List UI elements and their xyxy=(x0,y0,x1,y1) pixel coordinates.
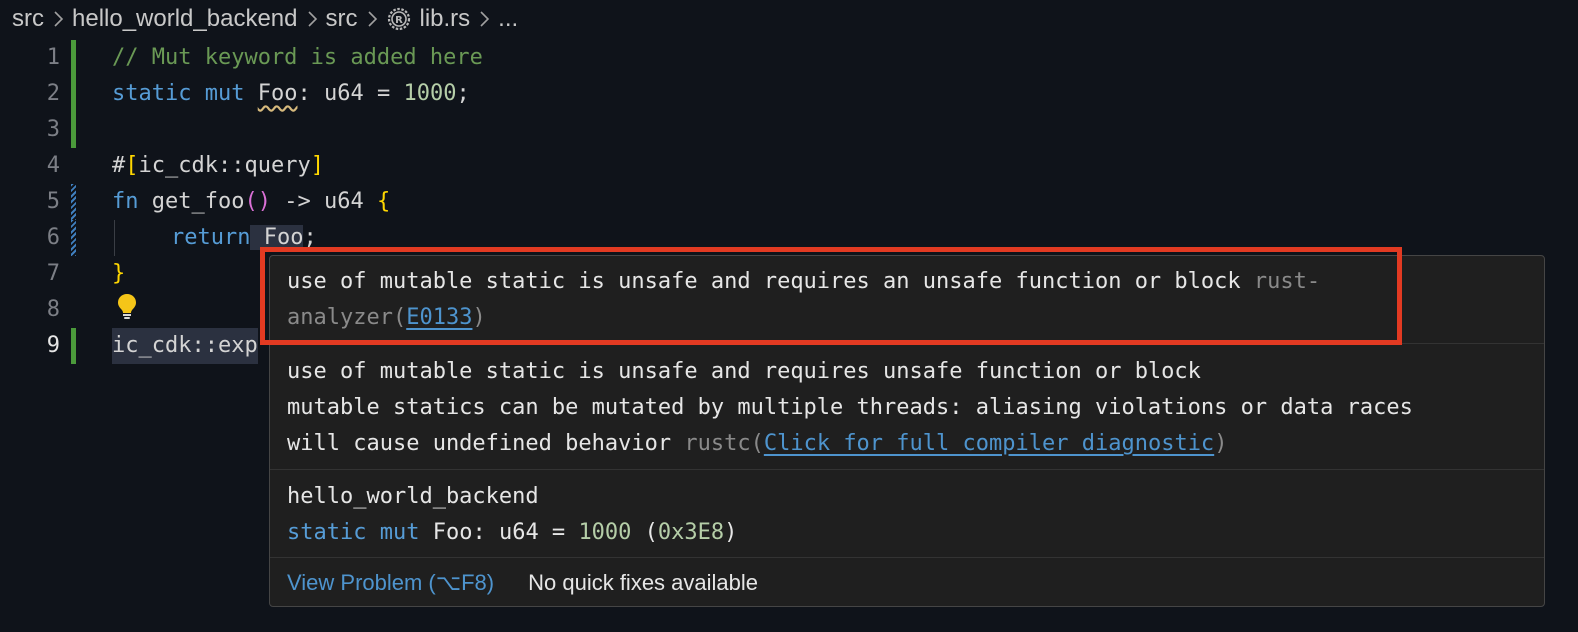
code-line[interactable]: 3 xyxy=(0,112,1578,148)
breadcrumb: src hello_world_backend src R lib.rs ... xyxy=(12,4,518,34)
diagnostic-source: ) xyxy=(1214,431,1228,456)
diagnostic-text: will cause undefined behavior xyxy=(287,431,685,456)
chevron-right-icon xyxy=(367,11,377,27)
code-line[interactable]: 1 // Mut keyword is added here xyxy=(0,40,1578,76)
code-text: return Foo; xyxy=(171,220,317,256)
keyword-mut: mut xyxy=(204,81,245,106)
line-number: 3 xyxy=(46,117,60,142)
keyword-fn: fn xyxy=(112,189,139,214)
keyword-static: static xyxy=(287,520,367,545)
diagnostic-rust-analyzer: use of mutable static is unsafe and requ… xyxy=(270,256,1544,344)
chevron-right-icon xyxy=(480,11,490,27)
code-fragment: Foo: u64 = xyxy=(419,520,579,545)
gutter-modified-marker[interactable] xyxy=(71,184,76,220)
symbol-signature: static mut Foo: u64 = 1000 (0x3E8) xyxy=(287,515,737,551)
bracket: () xyxy=(244,189,271,214)
line-number: 8 xyxy=(46,297,60,322)
line-number: 1 xyxy=(46,45,60,70)
diagnostic-text: use of mutable static is unsafe and requ… xyxy=(287,359,1201,384)
line-number: 7 xyxy=(46,261,60,286)
error-code-link[interactable]: E0133 xyxy=(406,305,472,330)
number-literal: 1000 xyxy=(403,81,457,106)
symbol-info: hello_world_backend static mut Foo: u64 … xyxy=(270,470,1544,558)
gutter-added-marker[interactable] xyxy=(71,112,76,148)
line-number: 6 xyxy=(46,225,60,250)
hover-status-bar: View Problem (⌥F8) No quick fixes availa… xyxy=(270,558,1544,606)
code-fragment: : u64 = xyxy=(297,81,404,106)
diagnostic-source: rust- xyxy=(1253,269,1321,294)
code-fragment: ( xyxy=(631,520,658,545)
diagnostic-message: will cause undefined behavior rustc(Clic… xyxy=(287,426,1227,462)
view-problem-link[interactable]: View Problem (⌥F8) xyxy=(287,570,494,596)
diagnostic-text: mutable statics can be mutated by multip… xyxy=(287,395,1413,420)
breadcrumb-item-src[interactable]: src xyxy=(12,5,44,33)
gutter-added-marker[interactable] xyxy=(71,76,76,112)
hovered-symbol-foo[interactable]: Foo xyxy=(250,225,304,250)
crate-name: hello_world_backend xyxy=(287,484,539,509)
code-fragment: ; xyxy=(303,225,317,250)
breadcrumb-item-lib-rs[interactable]: lib.rs xyxy=(420,5,471,33)
function-name: get_foo xyxy=(138,189,245,214)
keyword-return: return xyxy=(171,225,251,250)
code-line[interactable]: 5 fn get_foo() -> u64 { xyxy=(0,184,1578,220)
line-number: 2 xyxy=(46,81,60,106)
rust-file-icon: R xyxy=(387,7,410,31)
hover-widget[interactable]: use of mutable static is unsafe and requ… xyxy=(269,255,1545,607)
keyword-static: static xyxy=(112,81,192,106)
code-line[interactable]: 4 #[ic_cdk::query] xyxy=(0,148,1578,184)
breadcrumb-item-src-2[interactable]: src xyxy=(326,5,358,33)
chevron-right-icon xyxy=(54,11,64,27)
code-text: #[ic_cdk::query] xyxy=(112,148,324,184)
code-fragment: -> u64 xyxy=(270,189,377,214)
hex-literal: 0x3E8 xyxy=(657,520,725,545)
code-line[interactable]: 6 return Foo; xyxy=(0,220,1578,256)
gutter-added-marker[interactable] xyxy=(71,328,76,364)
line-number: 9 xyxy=(46,333,60,358)
code-fragment: # xyxy=(112,153,126,178)
attribute-name: ic_cdk::query xyxy=(138,153,311,178)
code-text: fn get_foo() -> u64 { xyxy=(112,184,390,220)
bracket: { xyxy=(376,189,391,214)
breadcrumb-item-hello-world-backend[interactable]: hello_world_backend xyxy=(72,5,298,33)
number-literal: 1000 xyxy=(578,520,632,545)
gutter-added-marker[interactable] xyxy=(71,40,76,76)
keyword-mut: mut xyxy=(379,520,420,545)
code-text: // Mut keyword is added here xyxy=(112,45,483,70)
line-number: 5 xyxy=(46,189,60,214)
chevron-right-icon xyxy=(307,11,317,27)
svg-text:R: R xyxy=(395,15,403,26)
code-line[interactable]: 2 static mut Foo: u64 = 1000; xyxy=(0,76,1578,112)
no-quick-fixes-label: No quick fixes available xyxy=(528,570,759,595)
code-fragment: ; xyxy=(456,81,470,106)
indent-guide xyxy=(114,220,115,256)
code-text: static mut Foo: u64 = 1000; xyxy=(112,76,470,112)
breadcrumb-item-more[interactable]: ... xyxy=(498,5,518,33)
lightbulb-icon[interactable] xyxy=(116,292,138,320)
diagnostic-message-cont: analyzer(E0133) xyxy=(287,300,486,336)
code-fragment: ic_cdk::exp xyxy=(112,333,258,358)
diagnostic-source: ) xyxy=(472,305,486,330)
line-number: 4 xyxy=(46,153,60,178)
diagnostic-rustc: use of mutable static is unsafe and requ… xyxy=(270,344,1544,470)
code-fragment: ) xyxy=(724,520,738,545)
diagnostic-text: use of mutable static is unsafe and requ… xyxy=(287,269,1254,294)
full-diagnostic-link[interactable]: Click for full compiler diagnostic xyxy=(764,431,1214,456)
bracket: [ xyxy=(125,153,139,178)
code-text: } xyxy=(112,261,126,286)
gutter-modified-marker[interactable] xyxy=(71,220,76,256)
code-text: ic_cdk::exp xyxy=(112,328,258,364)
bracket: ] xyxy=(310,153,324,178)
warning-squiggle-foo[interactable]: Foo xyxy=(258,81,298,106)
diagnostic-source: analyzer( xyxy=(287,305,407,330)
diagnostic-message: use of mutable static is unsafe and requ… xyxy=(287,264,1320,300)
diagnostic-source: rustc( xyxy=(684,431,764,456)
